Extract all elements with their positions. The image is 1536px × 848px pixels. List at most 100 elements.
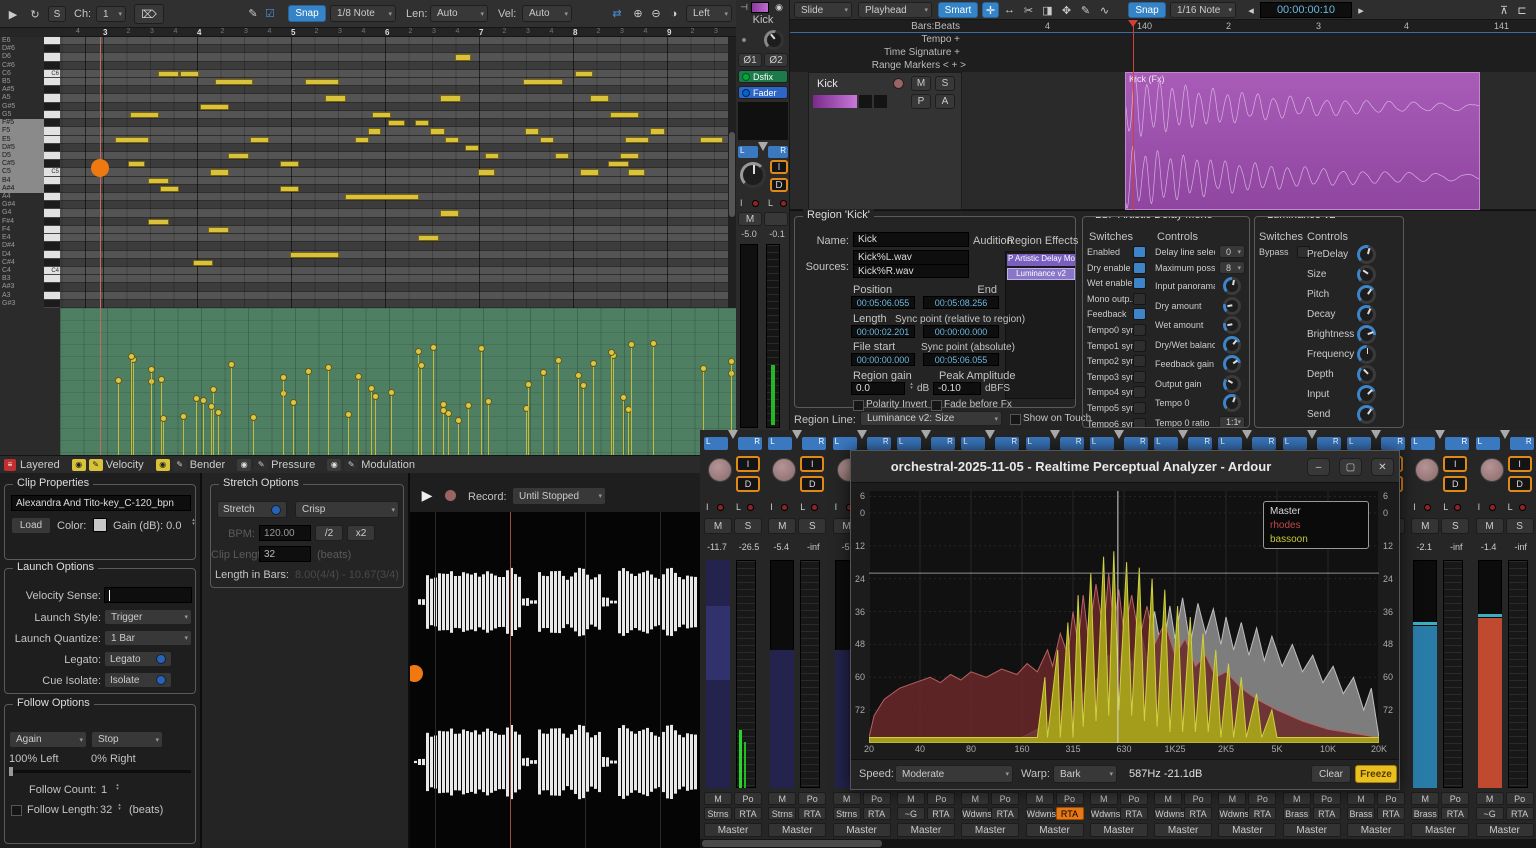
piano-key[interactable] (44, 119, 60, 127)
pan-left-tag[interactable]: L (1476, 437, 1500, 450)
master-route-button[interactable]: Master (1026, 823, 1084, 837)
audition-tool-icon[interactable]: ✥ (1058, 2, 1075, 18)
velocity-lollipop[interactable] (368, 385, 375, 392)
group-button[interactable]: Brass (1347, 807, 1375, 820)
fit-icon[interactable]: ⊼ (1496, 2, 1512, 18)
track-header[interactable]: Kick M S P A (808, 72, 962, 210)
velocity-stem[interactable] (653, 343, 654, 455)
length-select[interactable]: Auto (430, 5, 488, 22)
track-area[interactable]: Kick M S P A Kick (Fx) (790, 72, 1536, 210)
midi-note[interactable] (250, 137, 269, 143)
velocity-lollipop[interactable] (128, 353, 135, 360)
maximize-button[interactable]: ▢ (1339, 458, 1362, 476)
double-tempo-button[interactable]: x2 (347, 525, 375, 541)
i-led[interactable] (1489, 504, 1496, 511)
timeline-rulers[interactable]: Bars:Beats Tempo + Time Signature + Rang… (790, 20, 1536, 72)
midi-note[interactable] (228, 153, 249, 159)
midi-note[interactable] (590, 95, 609, 101)
nudge-select[interactable]: Left (686, 5, 732, 22)
pencil-icon[interactable]: ✎ (173, 459, 187, 471)
playhead-handle-icon[interactable] (91, 159, 109, 177)
control-knob[interactable] (1357, 385, 1376, 404)
strip-knob[interactable] (772, 458, 796, 482)
pan-right-tag[interactable]: R (1317, 437, 1341, 450)
pan-pointer[interactable] (758, 142, 768, 151)
piano-key[interactable] (44, 193, 60, 201)
pan-pointer[interactable] (1500, 430, 1510, 439)
midi-note[interactable] (210, 169, 229, 175)
velocity-stem[interactable] (253, 417, 254, 455)
mute-button[interactable]: M (704, 518, 732, 534)
velocity-stem[interactable] (613, 355, 614, 455)
solo-button[interactable]: S (1441, 518, 1469, 534)
i-led[interactable] (781, 504, 788, 511)
velocity-lollipop[interactable] (555, 357, 562, 364)
follow-balance-slider[interactable] (9, 770, 191, 773)
velocity-lollipop[interactable] (620, 394, 627, 401)
velocity-stem[interactable] (611, 352, 612, 455)
velocity-lollipop[interactable] (430, 344, 437, 351)
po-button[interactable]: Po (1313, 792, 1341, 805)
edit-point-select[interactable]: Playhead (858, 2, 932, 18)
midi-note[interactable] (130, 112, 159, 118)
midi-note[interactable] (445, 137, 459, 143)
pan-right-tag[interactable]: R (995, 437, 1019, 450)
trim-knob[interactable] (764, 30, 784, 50)
velocity-stem[interactable] (526, 408, 527, 455)
group-button[interactable]: Brass (1283, 807, 1311, 820)
grid-row[interactable] (60, 267, 736, 275)
meter-value[interactable]: -inf (1506, 542, 1536, 555)
track-color-cell[interactable] (859, 95, 872, 108)
plugin-dsfix[interactable]: Dsfix (738, 70, 788, 83)
midi-note[interactable] (440, 210, 459, 216)
pan-left-tag[interactable]: L (1411, 437, 1435, 450)
zoom-in-icon[interactable]: ⊕ (630, 5, 646, 22)
draw-check-icon[interactable]: ☑ (262, 5, 278, 22)
velocity-stem[interactable] (481, 348, 482, 455)
analyzer-titlebar[interactable]: orchestral-2025-11-05 - Realtime Percept… (851, 451, 1399, 483)
piano-key[interactable] (44, 283, 60, 291)
l-led[interactable] (1454, 504, 1461, 511)
switch-on[interactable] (1133, 277, 1146, 289)
velocity-lollipop[interactable] (250, 414, 257, 421)
midi-note[interactable] (290, 252, 339, 258)
solo-button[interactable]: S (1506, 518, 1534, 534)
velocity-stem[interactable] (631, 344, 632, 455)
piano-key[interactable]: C4 (44, 267, 60, 275)
velocity-lollipop[interactable] (388, 389, 395, 396)
meter-column[interactable] (800, 560, 820, 788)
master-route-button[interactable]: Master (1411, 823, 1469, 837)
velocity-lollipop[interactable] (575, 372, 582, 379)
rta-button[interactable]: RTA (734, 807, 762, 820)
arr-snap-toggle[interactable]: Snap (1128, 2, 1166, 18)
pan-right-tag[interactable]: R (768, 146, 788, 158)
switch-off[interactable] (1133, 386, 1146, 398)
po-button[interactable]: Po (734, 792, 762, 805)
master-m-button[interactable]: M (704, 792, 732, 805)
pan-pointer[interactable] (985, 430, 995, 439)
midi-note[interactable] (180, 71, 199, 77)
arr-grid-select[interactable]: 1/16 Note (1170, 2, 1236, 18)
velocity-stem[interactable] (488, 401, 489, 455)
midi-note[interactable] (465, 145, 479, 151)
master-route-button[interactable]: Master (1476, 823, 1534, 837)
cue-isolate-toggle[interactable]: Isolate (104, 672, 172, 688)
region-line-select[interactable]: Luminance v2: Size (860, 411, 1002, 426)
velocity-lollipop[interactable] (325, 364, 332, 371)
follow-length-spinner[interactable]: ▴▾ (115, 803, 124, 811)
velocity-stem[interactable] (558, 360, 559, 455)
pan-right-tag[interactable]: R (1252, 437, 1276, 450)
gain-spinner[interactable]: ▴▾ (189, 518, 198, 526)
piano-key[interactable] (44, 251, 60, 259)
track-mute-button[interactable]: M (911, 76, 931, 91)
grid-row[interactable] (60, 37, 736, 45)
l-led[interactable] (780, 200, 787, 207)
pencil-icon[interactable]: ✎ (344, 459, 358, 471)
po-button[interactable]: Po (863, 792, 891, 805)
analyzer-window[interactable]: orchestral-2025-11-05 - Realtime Percept… (850, 450, 1400, 790)
position-clock[interactable]: 00:05:06.055 (851, 296, 915, 309)
pan-left-tag[interactable]: L (1218, 437, 1242, 450)
velocity-stem[interactable] (391, 392, 392, 455)
solo-button[interactable]: S (48, 6, 66, 22)
midi-note[interactable] (160, 186, 179, 192)
